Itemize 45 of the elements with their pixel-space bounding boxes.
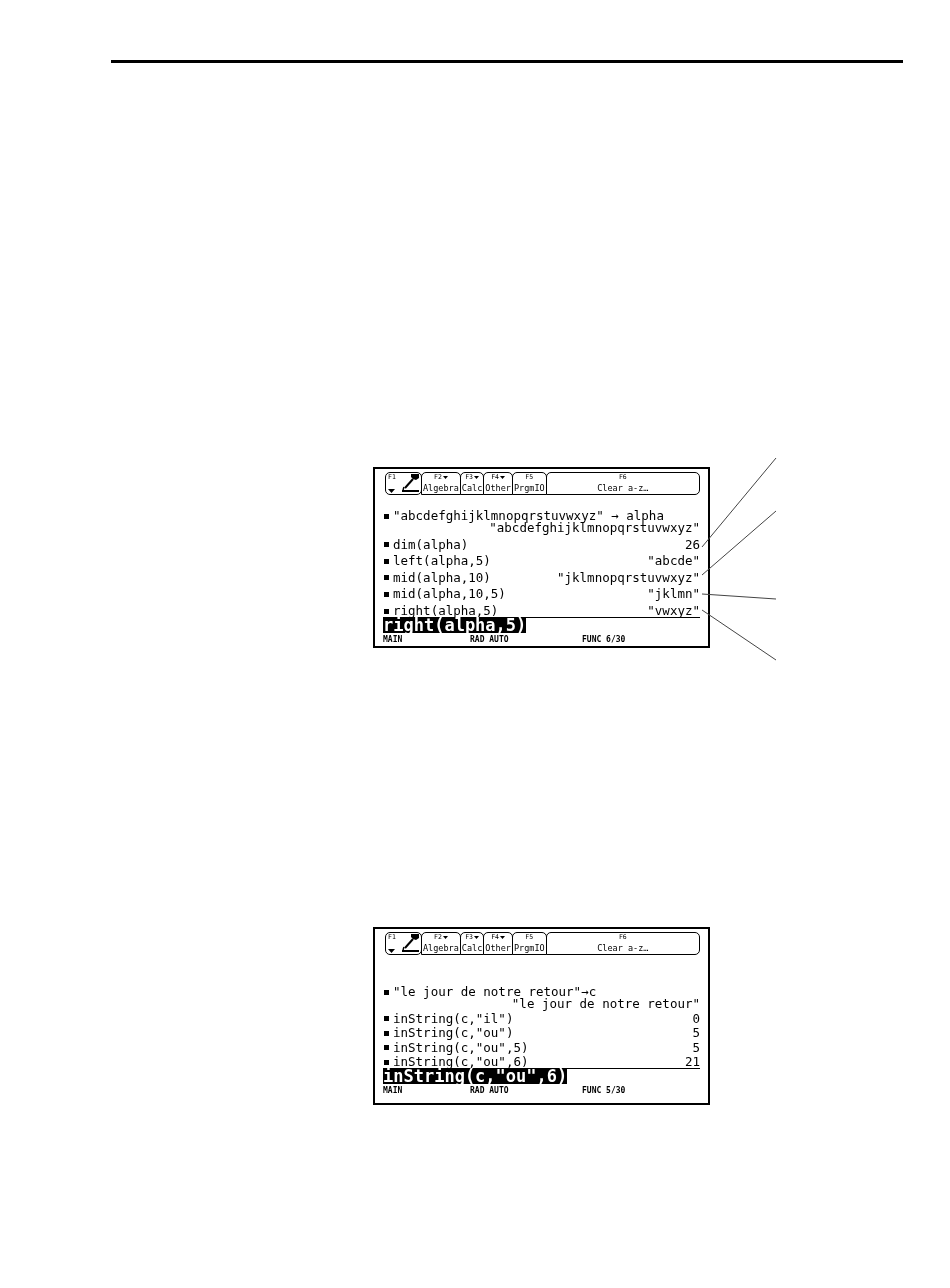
square-bullet-icon [384, 513, 389, 519]
result-text: "vwxyz" [647, 605, 700, 617]
expression-text: mid(alpha,10) [393, 571, 491, 584]
pencil-icon [399, 474, 419, 492]
expression-text: mid(alpha,10,5) [393, 588, 506, 601]
result-text: "abcdefghijklmnopqrstuvwxyz" [489, 522, 700, 535]
result-text: "jklmnopqrstuvwxyz" [557, 571, 700, 584]
result-text: 0 [692, 1012, 700, 1025]
expression-text: "le jour de notre retour"→c [393, 986, 597, 999]
square-bullet-icon [384, 608, 389, 614]
pencil-icon [399, 934, 419, 952]
result-text: "jklmn" [647, 588, 700, 601]
entry-field[interactable]: right(alpha,5) [383, 617, 700, 633]
square-bullet-icon [384, 542, 389, 548]
square-bullet-icon [384, 591, 389, 597]
status-label: MAIN [383, 635, 404, 644]
result-text: 26 [684, 538, 700, 551]
expression-text: left(alpha,5) [393, 555, 491, 568]
result-text: 5 [692, 1041, 700, 1054]
result-text: "le jour de notre retour" [511, 998, 700, 1011]
status-label: FUNC 6/30 [582, 635, 626, 644]
status-label: MAIN [383, 1086, 404, 1095]
expression-text: "abcdefghijklmnopqrstuvwxyz" → alpha [393, 510, 664, 523]
square-bullet-icon [384, 1016, 389, 1022]
expression-text: right(alpha,5) [393, 605, 499, 617]
expression-text: inString(c,"ou",6) [393, 1056, 529, 1068]
expression-text: inString(c,"ou") [393, 1027, 514, 1040]
result-text: "abcde" [647, 555, 700, 568]
expression-text: dim(alpha) [393, 538, 469, 551]
entry-text: right(alpha,5) [383, 618, 527, 633]
status-label: RAD AUTO [470, 635, 510, 644]
square-bullet-icon [384, 1030, 389, 1036]
square-bullet-icon [384, 989, 389, 995]
expression-text: inString(c,"il") [393, 1012, 514, 1025]
entry-text: inString(c,"ou",6) [383, 1069, 568, 1084]
square-bullet-icon [384, 575, 389, 581]
expression-text: inString(c,"ou",5) [393, 1041, 529, 1054]
square-bullet-icon [384, 1059, 389, 1065]
result-text: 21 [684, 1056, 700, 1068]
entry-field[interactable]: inString(c,"ou",6) [383, 1068, 700, 1084]
status-label: RAD AUTO [470, 1086, 510, 1095]
square-bullet-icon [384, 558, 389, 564]
square-bullet-icon [384, 1045, 389, 1051]
status-label: FUNC 5/30 [582, 1086, 626, 1095]
result-text: 5 [692, 1027, 700, 1040]
